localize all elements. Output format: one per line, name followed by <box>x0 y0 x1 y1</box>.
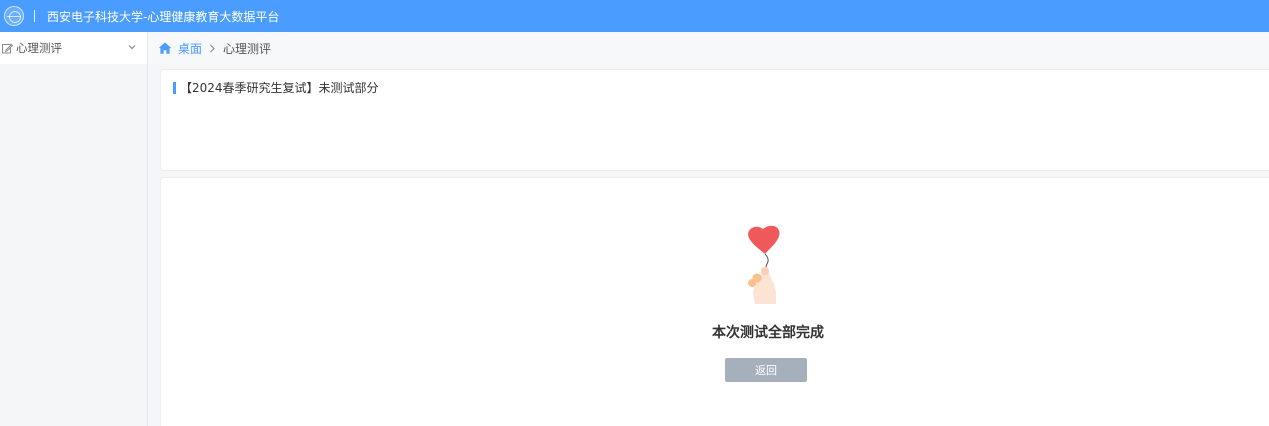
chevron-down-icon[interactable] <box>127 42 137 52</box>
university-seal-icon <box>4 6 24 26</box>
sidebar: 心理测评 <box>0 32 148 426</box>
home-icon[interactable] <box>158 41 172 55</box>
breadcrumb-current: 心理测评 <box>223 41 272 56</box>
title-separator <box>34 10 35 22</box>
test-card-title: 【2024春季研究生复试】未测试部分 <box>180 81 379 95</box>
sidebar-item-psych-assessment[interactable]: 心理测评 <box>0 32 147 64</box>
breadcrumb: 桌面 心理测评 <box>148 32 1269 64</box>
back-button[interactable]: 返回 <box>725 358 807 382</box>
chevron-right-icon <box>209 44 216 53</box>
breadcrumb-home-link[interactable]: 桌面 <box>178 40 202 57</box>
sidebar-item-label: 心理测评 <box>16 41 62 55</box>
edit-icon <box>2 43 13 54</box>
accent-bar <box>173 81 176 94</box>
main-content: 桌面 心理测评 【2024春季研究生复试】未测试部分 本次测试全部完成 返回 <box>148 32 1269 426</box>
result-card: 本次测试全部完成 返回 <box>160 177 1269 426</box>
top-bar: 西安电子科技大学-心理健康教育大数据平台 <box>0 0 1269 32</box>
app-title: 西安电子科技大学-心理健康教育大数据平台 <box>47 9 280 24</box>
completion-message: 本次测试全部完成 <box>712 325 824 341</box>
heart-balloon-illustration-icon <box>748 225 780 304</box>
test-info-card: 【2024春季研究生复试】未测试部分 <box>160 69 1269 171</box>
test-card-header: 【2024春季研究生复试】未测试部分 <box>173 79 379 96</box>
